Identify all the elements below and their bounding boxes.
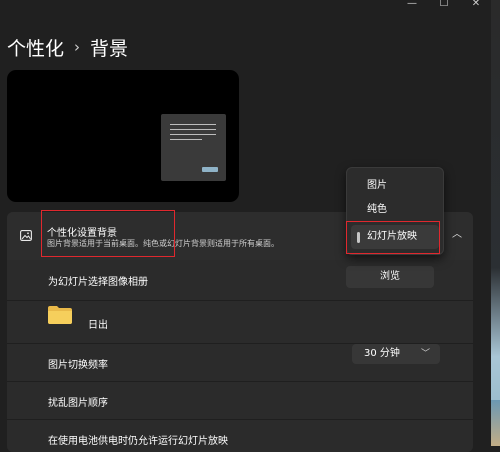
desktop-preview	[7, 70, 239, 202]
preview-window-thumbnail	[161, 114, 226, 181]
annotation-highlight-slideshow	[346, 221, 440, 254]
battery-row: 在使用电池供电时仍允许运行幻灯片放映	[7, 420, 473, 452]
background-wallpaper-edge	[491, 0, 500, 446]
breadcrumb: 个性化 › 背景	[7, 33, 128, 61]
shuffle-label: 扰乱图片顺序	[48, 398, 108, 409]
maximize-button[interactable]: ☐	[432, 0, 456, 10]
image-icon	[20, 230, 32, 241]
chevron-down-icon: ﹀	[420, 349, 430, 359]
shuffle-row: 扰乱图片顺序	[7, 382, 473, 420]
close-button[interactable]: ✕	[464, 0, 488, 10]
frequency-value: 30 分钟	[364, 348, 400, 359]
folder-name: 日出	[88, 320, 108, 331]
dropdown-option-solid-color[interactable]: 纯色	[351, 198, 439, 222]
album-label: 为幻灯片选择图像相册	[48, 277, 148, 288]
page-title: 背景	[90, 37, 129, 60]
browse-button[interactable]: 浏览	[346, 266, 434, 288]
chevron-up-icon[interactable]: ︿	[450, 228, 464, 242]
folder-icon	[48, 306, 72, 324]
chevron-right-icon: ›	[74, 38, 81, 56]
frequency-label: 图片切换频率	[48, 360, 108, 371]
minimize-button[interactable]: —	[400, 0, 424, 10]
dropdown-option-picture[interactable]: 图片	[351, 174, 439, 198]
title-bar: — ☐ ✕	[0, 0, 500, 12]
folder-row[interactable]: 日出	[7, 301, 473, 344]
frequency-select[interactable]: 30 分钟 ﹀	[352, 344, 440, 364]
breadcrumb-parent[interactable]: 个性化	[7, 34, 64, 61]
annotation-highlight-title	[41, 210, 175, 257]
battery-label: 在使用电池供电时仍允许运行幻灯片放映	[48, 436, 228, 447]
